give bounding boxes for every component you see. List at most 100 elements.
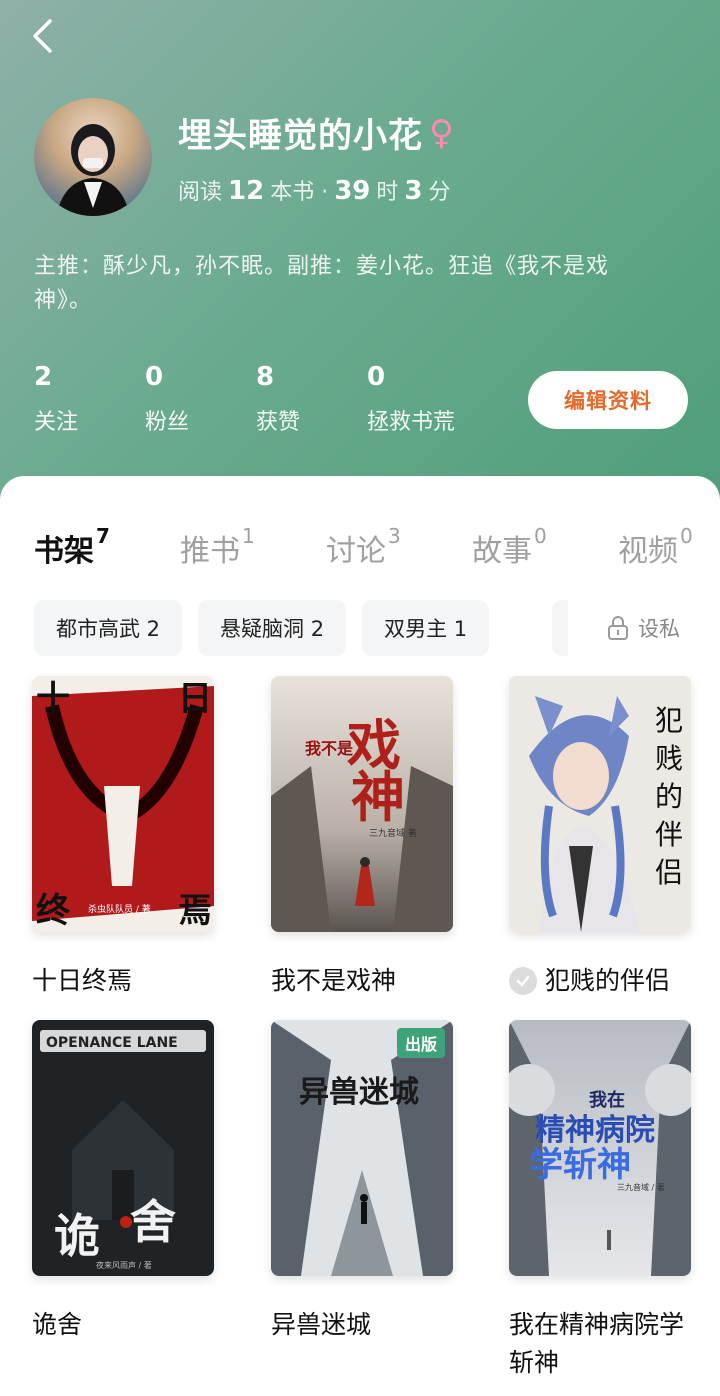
minutes-count: 3: [404, 176, 423, 206]
profile-header: 埋头睡觉的小花 ♀ 阅读 12 本书 · 39 时 3 分 主推：酥少凡，孙不眠…: [0, 0, 720, 520]
tab-count: 0: [534, 524, 547, 548]
check-circle-icon: [509, 967, 537, 995]
content-panel: 书架 7 推书 1 讨论 3 故事 0 视频 0 都市高武 2 悬疑脑洞 2 双…: [0, 476, 720, 1396]
stat-label: 粉丝: [145, 410, 190, 435]
cover-author: 三九音域 著: [369, 827, 417, 839]
book-cover[interactable]: 犯 贱 的 伴 侣: [509, 676, 691, 932]
book-cover[interactable]: 我不是 戏 神 三九音域 著: [271, 676, 453, 932]
book-title-text: 犯贱的伴侣: [545, 966, 671, 995]
stat-following[interactable]: 2 关注: [34, 362, 145, 436]
username-text: 埋头睡觉的小花: [178, 116, 423, 156]
book-title: 我不是戏神: [271, 962, 453, 1000]
chip-double-male[interactable]: 双男主 1: [362, 600, 490, 656]
book-title: 诡舍: [32, 1306, 214, 1344]
chip-suspense[interactable]: 悬疑脑洞 2: [198, 600, 347, 656]
tab-bookshelf[interactable]: 书架 7: [34, 524, 180, 570]
book-title-text: 我在精神病院学斩神: [509, 1310, 685, 1377]
chevron-left-icon: [33, 19, 52, 53]
tab-label: 推书: [180, 534, 240, 569]
female-icon: ♀: [429, 112, 455, 153]
edit-profile-button[interactable]: 编辑资料: [528, 371, 688, 429]
avatar[interactable]: [34, 98, 152, 216]
book-title: 异兽迷城: [271, 1306, 453, 1344]
cover-author: 夜来风雨声 / 著: [96, 1260, 152, 1270]
tab-discussion[interactable]: 讨论 3: [326, 524, 472, 570]
chip-partial: [552, 600, 568, 656]
cover-text: 日: [178, 679, 212, 719]
book-cover[interactable]: OPENANCE LANE 诡 舍 夜来风雨声 / 著: [32, 1020, 214, 1276]
book-title-text: 诡舍: [32, 1310, 83, 1339]
cover-text: 我不是: [305, 739, 353, 758]
cover-author: 三九音域 / 著: [617, 1182, 665, 1192]
tab-stories[interactable]: 故事 0: [472, 524, 618, 570]
privacy-label: 设私: [638, 617, 680, 641]
stat-label: 关注: [34, 410, 79, 435]
tab-label: 视频: [618, 534, 678, 569]
cover-text: 的: [655, 780, 683, 813]
minutes-unit: 分: [428, 180, 451, 205]
stat-label: 拯救书荒: [367, 410, 456, 435]
cover-author: 杀虫队队员 / 著: [88, 903, 151, 915]
stat-label: 获赞: [256, 410, 301, 435]
tab-videos[interactable]: 视频 0: [618, 524, 718, 570]
book-cover[interactable]: 异兽迷城 出版: [271, 1020, 453, 1276]
reading-stats: 阅读 12 本书 · 39 时 3 分: [178, 174, 451, 206]
back-button[interactable]: [20, 14, 64, 58]
tab-count: 1: [242, 524, 255, 548]
book-cover[interactable]: 十 日 终 焉 杀虫队队员 / 著: [32, 676, 214, 932]
chip-urban-martial[interactable]: 都市高武 2: [34, 600, 183, 656]
book-card[interactable]: OPENANCE LANE 诡 舍 夜来风雨声 / 著 诡舍: [32, 1020, 214, 1344]
stat-value: 2: [34, 362, 53, 392]
privacy-setting[interactable]: 设私: [568, 600, 720, 656]
tab-bar: 书架 7 推书 1 讨论 3 故事 0 视频 0: [34, 524, 718, 570]
cover-text: OPENANCE LANE: [46, 1035, 178, 1051]
stat-followers[interactable]: 0 粉丝: [145, 362, 256, 436]
hours-count: 39: [334, 176, 371, 206]
category-chips: 都市高武 2 悬疑脑洞 2 双男主 1: [34, 600, 490, 656]
book-title: 十日终焉: [32, 962, 214, 1000]
cover-text: 神: [351, 766, 405, 829]
stat-value: 0: [145, 362, 164, 392]
cover-text: 终: [36, 891, 71, 931]
book-title: 犯贱的伴侣: [509, 962, 691, 1000]
stats-row: 2 关注 0 粉丝 8 获赞 0 拯救书荒: [34, 362, 507, 436]
books-count: 12: [228, 176, 265, 206]
cover-text: 我在: [589, 1089, 625, 1111]
cover-text: 异兽迷城: [299, 1075, 419, 1110]
tab-label: 讨论: [326, 534, 386, 569]
book-card[interactable]: 我在 精神病院 学斩神 三九音域 / 著 我在精神病院学斩神: [509, 1020, 691, 1382]
book-card[interactable]: 异兽迷城 出版 异兽迷城: [271, 1020, 453, 1344]
book-title-text: 我不是戏神: [271, 966, 397, 995]
book-title-text: 异兽迷城: [271, 1310, 372, 1339]
tab-label: 故事: [472, 534, 532, 569]
stat-book-rescue[interactable]: 0 拯救书荒: [367, 362, 507, 436]
cover-text: 贱: [655, 742, 683, 775]
lock-icon: [608, 616, 628, 640]
book-cover[interactable]: 我在 精神病院 学斩神 三九音域 / 著: [509, 1020, 691, 1276]
hours-unit: 时: [376, 180, 399, 205]
stat-value: 0: [367, 362, 386, 392]
tab-count: 7: [96, 524, 110, 548]
tab-label: 书架: [34, 534, 94, 569]
book-title-text: 十日终焉: [32, 966, 133, 995]
tab-recommend[interactable]: 推书 1: [180, 524, 326, 570]
cover-text: 犯: [655, 704, 683, 737]
book-card[interactable]: 犯 贱 的 伴 侣 犯贱的伴侣: [509, 676, 691, 1000]
books-unit: 本书 ·: [270, 180, 329, 205]
book-card[interactable]: 十 日 终 焉 杀虫队队员 / 著 十日终焉: [32, 676, 214, 1000]
stat-likes[interactable]: 8 获赞: [256, 362, 367, 436]
book-card[interactable]: 我不是 戏 神 三九音域 著 我不是戏神: [271, 676, 453, 1000]
stat-value: 8: [256, 362, 275, 392]
username: 埋头睡觉的小花 ♀: [178, 108, 455, 157]
cover-text: 十: [36, 679, 70, 719]
profile-bio: 主推：酥少凡，孙不眠。副推：姜小花。狂追《我不是戏神》。: [34, 254, 610, 313]
book-title: 我在精神病院学斩神: [509, 1306, 691, 1382]
reading-prefix: 阅读: [178, 180, 223, 205]
cover-text: 学斩神: [529, 1145, 631, 1185]
tab-count: 3: [388, 524, 401, 548]
cover-text: 诡: [54, 1209, 100, 1263]
cover-text: 伴: [655, 818, 683, 851]
published-badge: 出版: [396, 1028, 445, 1058]
cover-text: 侣: [655, 856, 683, 889]
cover-text: 焉: [178, 891, 212, 931]
